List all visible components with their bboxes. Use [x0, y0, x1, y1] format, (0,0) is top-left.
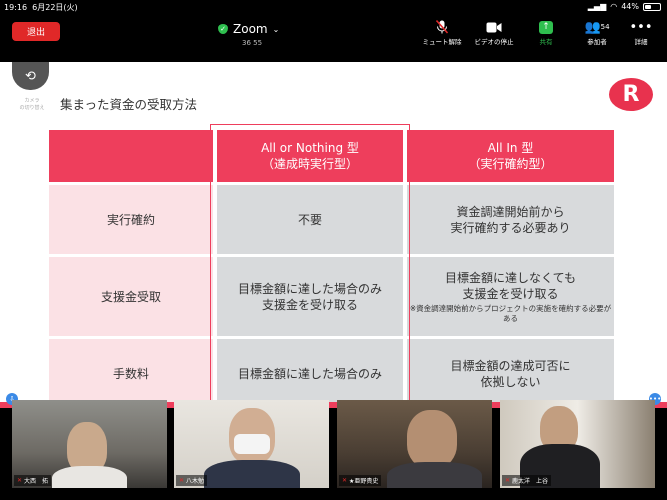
- header-all-in: All In 型 （実行確約型）: [407, 130, 614, 182]
- video-strip-footer: [0, 492, 667, 500]
- all-in-cell: 目標金額に達しなくても 支援金を受け取る ※資金調達開始前からプロジェクトの実施…: [407, 257, 614, 336]
- battery-percent: 44%: [621, 2, 639, 11]
- chevron-down-icon: ⌄: [272, 24, 280, 34]
- mic-muted-icon: ✕: [342, 477, 348, 484]
- participant-video[interactable]: ✕ 鹿太洋 上谷: [500, 400, 655, 488]
- more-label: 詳細: [634, 38, 648, 46]
- stop-video-button[interactable]: ビデオの停止: [468, 18, 520, 46]
- share-icon: ↑: [539, 20, 553, 34]
- participant-name-tag: ✕ 大西 拓: [14, 475, 52, 486]
- all-in-cell: 目標金額の達成可否に 依拠しない: [407, 339, 614, 402]
- unmute-label: ミュート解除: [422, 38, 462, 46]
- footnote: ※資金調達開始前からプロジェクトの実施を確約する必要がある: [409, 303, 612, 323]
- row-label: 手数料: [49, 339, 213, 402]
- battery-icon: [643, 2, 661, 11]
- meeting-toolbar: 退出 ✓ Zoom ⌄ 36 55 ミュート解除 ビデオの停止 ↑ 共有 👥 54…: [0, 14, 667, 62]
- mic-muted-icon: ✕: [505, 477, 511, 484]
- comparison-table: All or Nothing 型 （達成時実行型） All In 型 （実行確約…: [49, 130, 618, 402]
- status-time: 19:16 6月22日(火): [4, 3, 78, 12]
- row-label: 実行確約: [49, 185, 213, 254]
- status-right: ▂▄▆ ◠ 44%: [588, 2, 661, 11]
- table-row: 支援金受取 目標金額に達した場合のみ 支援金を受け取る 目標金額に達しなくても …: [49, 257, 618, 336]
- participant-name-tag: ✕ 八木勉: [176, 475, 208, 486]
- all-in-cell: 資金調達開始前から 実行確約する必要あり: [407, 185, 614, 254]
- camera-switch-label: カメラ の切り替え: [19, 98, 45, 111]
- share-button[interactable]: ↑ 共有: [520, 18, 572, 46]
- status-bar: 19:16 6月22日(火) ▂▄▆ ◠ 44%: [0, 0, 667, 14]
- shared-screen: ⟲ カメラ の切り替え 集まった資金の受取方法 R All or Nothing…: [0, 62, 667, 402]
- shield-icon: ✓: [218, 24, 228, 34]
- stop-video-label: ビデオの停止: [474, 38, 514, 46]
- participant-video[interactable]: ✕ 八木勉: [174, 400, 329, 488]
- mic-muted-icon: [416, 18, 468, 36]
- participants-icon: 👥: [584, 19, 601, 35]
- share-label: 共有: [539, 38, 553, 46]
- row-label: 支援金受取: [49, 257, 213, 336]
- video-strip: ⇩ ••• ✕ 大西 拓 ✕ 八木勉 ✕ ★亜野貴史 ✕ 鹿太洋 上谷: [0, 393, 667, 500]
- mic-muted-icon: ✕: [17, 477, 23, 484]
- participants-count: 54: [600, 23, 610, 31]
- signal-icon: ▂▄▆: [587, 2, 607, 11]
- all-or-nothing-cell: 不要: [217, 185, 403, 254]
- video-camera-icon: [468, 18, 520, 36]
- table-row: 実行確約 不要 資金調達開始前から 実行確約する必要あり: [49, 185, 618, 254]
- leave-button[interactable]: 退出: [12, 22, 60, 41]
- more-icon: •••: [629, 19, 653, 35]
- slide-title: 集まった資金の受取方法: [60, 97, 198, 112]
- meeting-timer: 36 55: [242, 39, 263, 47]
- brand-logo: R: [609, 78, 653, 111]
- header-empty-cell: [49, 130, 213, 182]
- all-or-nothing-cell: 目標金額に達した場合のみ 支援金を受け取る: [217, 257, 403, 336]
- unmute-button[interactable]: ミュート解除: [416, 18, 468, 46]
- participant-name-tag: ✕ 鹿太洋 上谷: [502, 475, 552, 486]
- camera-switch-icon: ⟲: [25, 68, 36, 84]
- header-all-or-nothing: All or Nothing 型 （達成時実行型）: [217, 130, 403, 182]
- more-button[interactable]: ••• 詳細: [615, 18, 667, 47]
- app-title: Zoom: [233, 22, 268, 36]
- meeting-title[interactable]: ✓ Zoom ⌄: [218, 22, 279, 36]
- participant-video[interactable]: ✕ 大西 拓: [12, 400, 167, 488]
- participant-video[interactable]: ✕ ★亜野貴史: [337, 400, 492, 488]
- participant-name-tag: ✕ ★亜野貴史: [339, 475, 382, 486]
- all-or-nothing-cell: 目標金額に達した場合のみ: [217, 339, 403, 402]
- table-row: 手数料 目標金額に達した場合のみ 目標金額の達成可否に 依拠しない: [49, 339, 618, 402]
- table-header-row: All or Nothing 型 （達成時実行型） All In 型 （実行確約…: [49, 130, 618, 182]
- mic-muted-icon: ✕: [179, 477, 185, 484]
- camera-switch-button[interactable]: ⟲: [12, 62, 49, 90]
- wifi-icon: ◠: [610, 2, 618, 11]
